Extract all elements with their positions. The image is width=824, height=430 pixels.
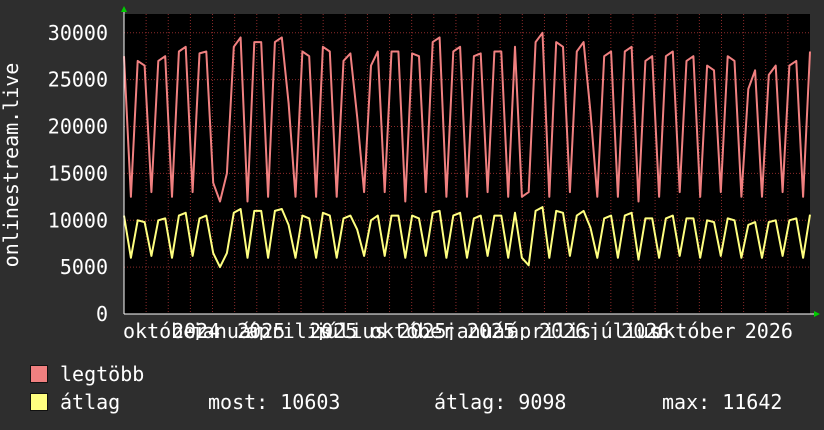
y-axis-label: onlinestream.live	[0, 63, 23, 268]
x-tick-label: 2026	[745, 319, 793, 340]
x-tick-label: 2025	[309, 319, 357, 340]
x-tick-labels: október2024januáráprilis2025 július2025 ok…	[123, 319, 793, 343]
legend-item-legtobb: legtöbb	[30, 362, 144, 386]
x-tick-label: 2026	[539, 319, 587, 340]
y-tick-label: 15000	[48, 161, 108, 185]
chart-area: 0 5000 10000 15000 20000 25000 30000 október 20…	[0, 0, 824, 343]
y-tick-label: 30000	[48, 21, 108, 45]
y-axis-arrow	[121, 6, 127, 12]
line-chart: 050001000015000200002500030000 október20…	[0, 6, 820, 343]
x-axis-arrow	[814, 311, 820, 317]
y-tick-label: 10000	[48, 208, 108, 232]
x-tick-label: 2025	[398, 319, 446, 340]
y-tick-label: 20000	[48, 115, 108, 139]
legend-label-legtobb: legtöbb	[60, 362, 145, 386]
stat-most: most: 10603	[208, 390, 341, 414]
x-tick-label: október	[651, 319, 735, 340]
stat-max: max: 11642	[662, 390, 783, 414]
legend-label-atlag: átlag	[60, 390, 121, 414]
legend-item-atlag: átlag	[30, 390, 120, 414]
y-tick-label: 25000	[48, 68, 108, 92]
legend-swatch-atlag	[30, 393, 48, 411]
y-tick-label: 5000	[60, 255, 108, 279]
y-tick-label: 0	[96, 302, 108, 326]
legend-swatch-legtobb	[30, 365, 48, 383]
stat-atlag: átlag: 9098	[434, 390, 567, 414]
x-tick-label: 2025	[237, 319, 285, 340]
y-tick-labels: 0 5000 10000 15000 20000 25000 30000	[48, 21, 108, 326]
